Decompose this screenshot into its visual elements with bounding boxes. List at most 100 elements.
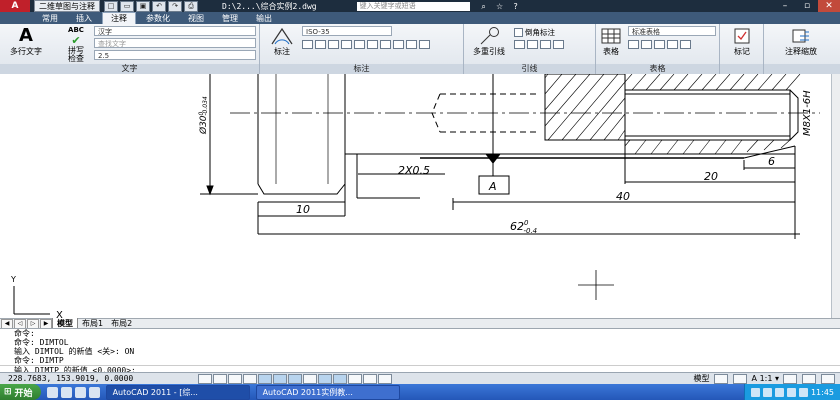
grid-toggle-icon[interactable] — [228, 373, 242, 384]
osnap-toggle-icon[interactable] — [273, 373, 287, 384]
remove-leader-icon[interactable] — [527, 40, 538, 49]
layout-tabs: ◀ ◁ ▷ ▶ 模型 布局1 布局2 — [0, 317, 840, 330]
binoculars-icon[interactable]: ⌕ — [478, 2, 490, 11]
panel-title-table[interactable]: 表格 — [596, 64, 719, 74]
table-style-select[interactable]: 标准表格 — [628, 26, 716, 36]
model-button[interactable]: 模型 — [694, 373, 710, 384]
prev-tab-icon[interactable]: ◁ — [14, 318, 26, 329]
workspace-dropdown[interactable]: 二维草图与注释 — [34, 0, 100, 12]
add-leader-icon[interactable] — [514, 40, 525, 49]
taskbar-item-autocad[interactable]: AutoCAD 2011 - [综... — [105, 384, 250, 400]
ribbon-tab[interactable]: 参数化 — [138, 13, 178, 24]
text-height-select[interactable]: 2.5 — [94, 50, 256, 60]
align-leader-icon[interactable] — [540, 40, 551, 49]
multiline-text-button[interactable]: A 多行文字 — [6, 26, 46, 57]
print-icon[interactable]: ⎙ — [184, 0, 198, 12]
help-icon[interactable]: ? — [510, 2, 522, 11]
quick-view-layouts-icon[interactable] — [713, 373, 728, 384]
panel-title-text[interactable]: 文字 — [0, 64, 259, 74]
table-tool-3-icon[interactable] — [654, 40, 665, 49]
lock-icon[interactable] — [802, 373, 816, 384]
linear-dim-icon[interactable] — [302, 40, 313, 49]
markup-button[interactable]: 标记 — [724, 26, 760, 57]
table-tool-5-icon[interactable] — [680, 40, 691, 49]
ortho-toggle-icon[interactable] — [243, 373, 257, 384]
annotation-scale-button[interactable]: A 1:1 ▾ — [752, 374, 779, 383]
dim-break-icon[interactable] — [367, 40, 378, 49]
ucs-y-label: Y — [10, 275, 16, 284]
dim-space-icon[interactable] — [354, 40, 365, 49]
close-icon[interactable]: ✕ — [818, 0, 840, 12]
infer-toggle-icon[interactable] — [198, 373, 212, 384]
taskbar-item-tutorial[interactable]: AutoCAD 2011实例教... — [255, 384, 400, 400]
collect-leader-icon[interactable] — [553, 40, 564, 49]
polar-toggle-icon[interactable] — [258, 373, 272, 384]
quick-launch-icon[interactable] — [74, 386, 86, 398]
continue-dim-icon[interactable] — [315, 40, 326, 49]
ribbon-tab[interactable]: 注释 — [102, 12, 136, 24]
transparency-toggle-icon[interactable] — [348, 373, 362, 384]
inspect-icon[interactable] — [406, 40, 417, 49]
ducs-toggle-icon[interactable] — [303, 373, 317, 384]
undo-icon[interactable]: ↶ — [152, 0, 166, 12]
annotation-scaling-button[interactable]: 注释缩放 — [770, 26, 832, 57]
ribbon-tab[interactable]: 视图 — [180, 13, 212, 24]
center-mark-icon[interactable] — [393, 40, 404, 49]
text-style-select[interactable]: 汉字 — [94, 26, 256, 36]
lineweight-toggle-icon[interactable] — [333, 373, 347, 384]
ribbon-tab[interactable]: 输出 — [248, 13, 280, 24]
dimension-button[interactable]: 标注 — [264, 26, 300, 57]
redo-icon[interactable]: ↷ — [168, 0, 182, 12]
otrack-toggle-icon[interactable] — [288, 373, 302, 384]
maximize-icon[interactable]: ▫ — [796, 0, 818, 12]
table-button[interactable]: 表格 — [598, 26, 624, 57]
dyn-toggle-icon[interactable] — [318, 373, 332, 384]
snap-toggle-icon[interactable] — [213, 373, 227, 384]
multileader-button[interactable]: 多重引线 — [466, 26, 512, 57]
sc-toggle-icon[interactable] — [378, 373, 392, 384]
minimize-icon[interactable]: – — [774, 0, 796, 12]
panel-title-scaling[interactable] — [764, 64, 840, 74]
tray-icon[interactable] — [774, 387, 784, 397]
first-tab-icon[interactable]: ◀ — [1, 318, 13, 329]
table-tool-2-icon[interactable] — [641, 40, 652, 49]
baseline-dim-icon[interactable] — [341, 40, 352, 49]
quick-launch-icon[interactable] — [88, 386, 100, 398]
table-tool-4-icon[interactable] — [667, 40, 678, 49]
qp-toggle-icon[interactable] — [363, 373, 377, 384]
vertical-scrollbar[interactable] — [831, 74, 840, 318]
ribbon-tab[interactable]: 常用 — [34, 13, 66, 24]
star-icon[interactable]: ☆ — [494, 2, 506, 11]
clean-screen-icon[interactable] — [821, 373, 835, 384]
start-button[interactable]: ⊞ 开始 — [0, 384, 41, 400]
leader-style-select[interactable]: 倒角标注 — [514, 27, 555, 38]
tolerance-icon[interactable] — [380, 40, 391, 49]
panel-title-leader[interactable]: 引线 — [464, 64, 595, 74]
jogged-line-icon[interactable] — [419, 40, 430, 49]
table-tool-1-icon[interactable] — [628, 40, 639, 49]
quick-dim-icon[interactable] — [328, 40, 339, 49]
next-tab-icon[interactable]: ▷ — [27, 318, 39, 329]
tray-icon[interactable] — [798, 387, 808, 397]
find-text-input[interactable]: 查找文字 — [94, 38, 256, 48]
tray-icon[interactable] — [786, 387, 796, 397]
quick-launch-icon[interactable] — [46, 386, 58, 398]
panel-title-markup[interactable] — [720, 64, 763, 74]
open-icon[interactable]: ▭ — [120, 0, 134, 12]
save-icon[interactable]: ▣ — [136, 0, 150, 12]
ribbon-tab[interactable]: 管理 — [214, 13, 246, 24]
spell-check-button[interactable]: ABC ✔ 拼写 检查 — [62, 26, 90, 63]
new-icon[interactable]: □ — [104, 0, 118, 12]
panel-title-dimension[interactable]: 标注 — [260, 64, 463, 74]
quick-launch-icon[interactable] — [60, 386, 72, 398]
dim-style-select[interactable]: ISO-35 — [302, 26, 392, 36]
app-logo-button[interactable]: A — [0, 0, 30, 12]
ribbon-tab[interactable]: 插入 — [68, 13, 100, 24]
last-tab-icon[interactable]: ▶ — [40, 318, 52, 329]
tray-icon[interactable] — [762, 387, 772, 397]
drawing-canvas[interactable]: Ø300-0.034 2X0.5 A 10 40 20 6 620 -0.4 M8… — [0, 74, 840, 318]
workspace-switch-icon[interactable] — [783, 373, 797, 384]
tray-icon[interactable] — [750, 387, 760, 397]
quick-view-drawings-icon[interactable] — [732, 373, 747, 384]
search-input[interactable]: 键入关键字或短语 — [356, 1, 470, 11]
